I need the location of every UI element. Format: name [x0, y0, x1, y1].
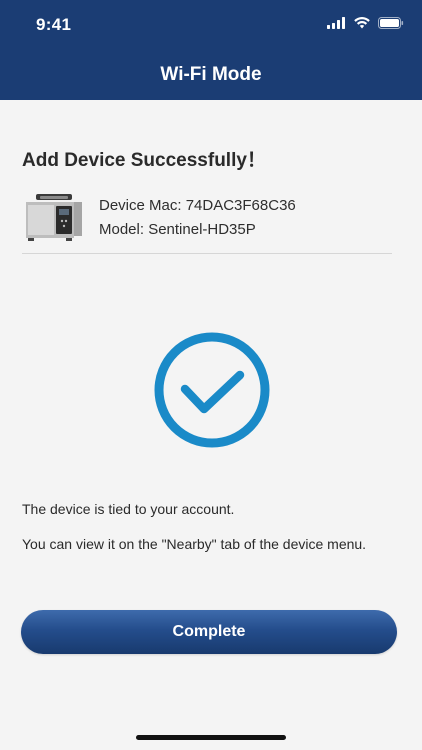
check-circle-icon: [154, 332, 270, 448]
signal-icon: [327, 17, 346, 29]
nearby-hint-message: You can view it on the "Nearby" tab of t…: [22, 536, 367, 552]
device-info: Device Mac: 74DAC3F68C36 Model: Sentinel…: [99, 194, 296, 242]
wifi-icon: [353, 17, 370, 29]
device-unit-image: [26, 194, 82, 241]
home-indicator: [136, 735, 286, 740]
device-mac: Device Mac: 74DAC3F68C36: [99, 197, 296, 214]
bound-message: The device is tied to your account.: [22, 501, 235, 517]
page-title: Wi-Fi Mode: [160, 64, 262, 85]
complete-button[interactable]: Complete: [21, 610, 397, 654]
complete-button-label: Complete: [172, 623, 246, 640]
device-summary: Device Mac: 74DAC3F68C36 Model: Sentinel…: [22, 190, 392, 246]
status-icons: [323, 17, 404, 33]
status-time: 9:41: [36, 15, 72, 34]
success-title: Add Device Successfully！: [22, 150, 266, 171]
header-bar: 9:41 Wi-Fi Mode: [0, 0, 422, 100]
battery-icon: [378, 17, 404, 29]
status-bar: 9:41: [0, 0, 422, 50]
divider: [22, 253, 392, 254]
device-model: Model: Sentinel-HD35P: [99, 221, 256, 238]
